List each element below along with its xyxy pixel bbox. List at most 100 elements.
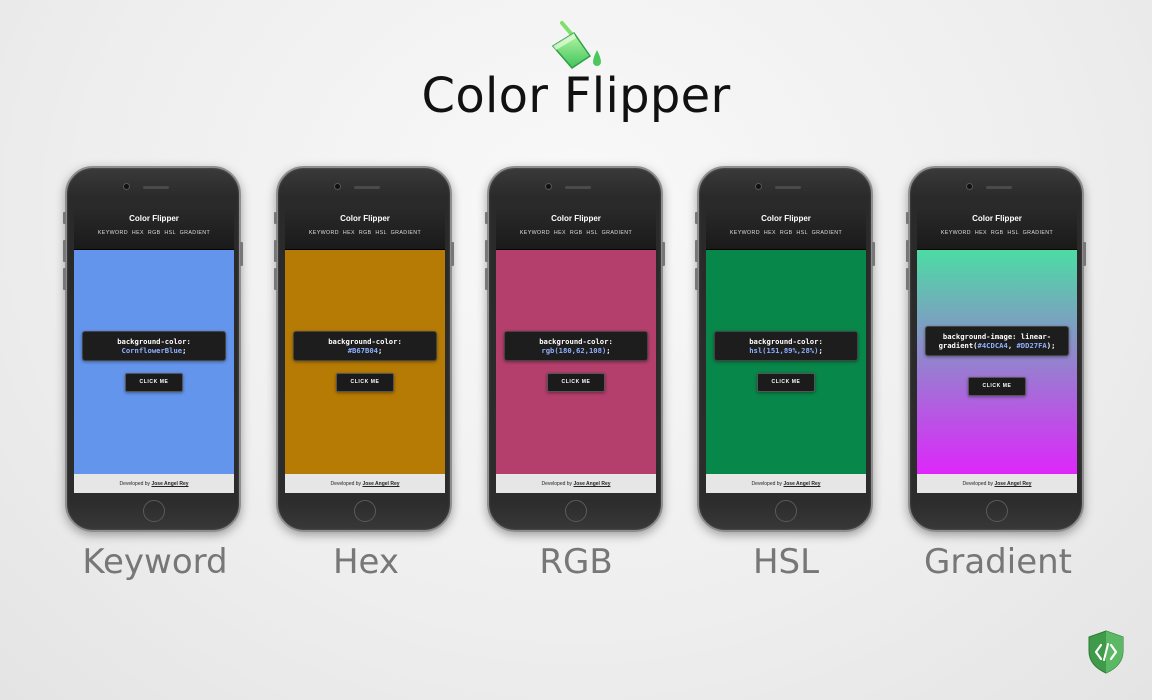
nav-link-keyword[interactable]: KEYWORD	[309, 230, 339, 236]
author-link[interactable]: Jose Angel Rey	[151, 481, 188, 487]
nav-link-rgb[interactable]: RGB	[780, 230, 793, 236]
power-button	[872, 242, 875, 266]
volume-button	[485, 268, 488, 290]
nav-link-rgb[interactable]: RGB	[148, 230, 161, 236]
volume-button	[906, 212, 909, 224]
footer-prefix: Developed by	[541, 481, 573, 487]
nav-link-rgb[interactable]: RGB	[991, 230, 1004, 236]
app-title: Color Flipper	[340, 214, 390, 223]
phone-screen: Color Flipper KEYWORD HEX RGB HSL GRADIEN…	[285, 207, 445, 493]
code-suffix: ;	[182, 346, 187, 355]
code-suffix: ;	[377, 346, 383, 355]
nav-link-gradient[interactable]: GRADIENT	[391, 230, 422, 236]
nav-link-hsl[interactable]: HSL	[796, 230, 807, 236]
nav-link-hsl[interactable]: HSL	[375, 230, 386, 236]
volume-button	[695, 240, 698, 262]
color-display-area: background-color: rgb(180,62,108); CLICK M…	[496, 250, 656, 474]
click-me-button[interactable]: CLICK ME	[336, 373, 394, 392]
nav-link-gradient[interactable]: GRADIENT	[1023, 230, 1054, 236]
nav-link-hex[interactable]: HEX	[343, 230, 355, 236]
home-button	[565, 500, 587, 522]
app-footer: Developed by Jose Angel Rey	[74, 474, 234, 493]
nav-link-rgb[interactable]: RGB	[359, 230, 372, 236]
code-suffix: );	[1046, 341, 1056, 350]
click-me-button[interactable]: CLICK ME	[547, 373, 605, 392]
app-title: Color Flipper	[551, 214, 601, 223]
nav-link-keyword[interactable]: KEYWORD	[520, 230, 550, 236]
nav-link-gradient[interactable]: GRADIENT	[602, 230, 633, 236]
code-property: background-color:	[117, 337, 191, 346]
volume-button	[906, 268, 909, 290]
app-header: Color Flipper KEYWORD HEX RGB HSL GRADIEN…	[74, 207, 234, 250]
app-footer: Developed by Jose Angel Rey	[917, 474, 1077, 493]
volume-button	[906, 240, 909, 262]
color-code-box: background-color: CornflowerBlue;	[82, 331, 226, 361]
footer-prefix: Developed by	[119, 481, 151, 487]
color-value-2: #DD27FA	[1016, 341, 1047, 350]
home-button	[775, 500, 797, 522]
app-footer: Developed by Jose Angel Rey	[285, 474, 445, 493]
app-header: Color Flipper KEYWORD HEX RGB HSL GRADIEN…	[917, 207, 1077, 250]
nav-link-gradient[interactable]: GRADIENT	[812, 230, 843, 236]
app-header: Color Flipper KEYWORD HEX RGB HSL GRADIEN…	[496, 207, 656, 250]
footer-prefix: Developed by	[751, 481, 783, 487]
camera-icon	[123, 183, 130, 190]
code-shield-icon	[1088, 630, 1124, 674]
author-link[interactable]: Jose Angel Rey	[573, 481, 610, 487]
app-header: Color Flipper KEYWORD HEX RGB HSL GRADIEN…	[285, 207, 445, 250]
phone-caption: Keyword	[82, 542, 228, 582]
speaker-grille	[986, 186, 1012, 189]
speaker-grille	[354, 186, 380, 189]
camera-icon	[755, 183, 762, 190]
home-button	[986, 500, 1008, 522]
app-nav: KEYWORD HEX RGB HSL GRADIENT	[917, 230, 1077, 236]
color-value: hsl(151,89%,28%)	[749, 346, 819, 355]
volume-button	[63, 212, 66, 224]
click-me-button[interactable]: CLICK ME	[968, 377, 1026, 396]
volume-button	[274, 212, 277, 224]
author-link[interactable]: Jose Angel Rey	[362, 481, 399, 487]
phone-mockup: Color Flipper KEYWORD HEX RGB HSL GRADIEN…	[695, 166, 875, 532]
nav-link-hex[interactable]: HEX	[554, 230, 566, 236]
volume-button	[63, 240, 66, 262]
click-me-button[interactable]: CLICK ME	[125, 373, 183, 392]
nav-link-hsl[interactable]: HSL	[586, 230, 597, 236]
nav-link-hex[interactable]: HEX	[975, 230, 987, 236]
power-button	[662, 242, 665, 266]
phone-screen: Color Flipper KEYWORD HEX RGB HSL GRADIEN…	[74, 207, 234, 493]
app-title: Color Flipper	[761, 214, 811, 223]
code-property: background-color:	[539, 337, 613, 346]
color-value: #B67B04	[347, 346, 378, 355]
nav-link-hex[interactable]: HEX	[764, 230, 776, 236]
color-code-box: background-color: hsl(151,89%,28%);	[714, 331, 858, 361]
nav-link-hsl[interactable]: HSL	[1007, 230, 1018, 236]
color-display-area: background-image: linear-gradient(#4CDCA…	[917, 250, 1077, 474]
nav-link-hex[interactable]: HEX	[132, 230, 144, 236]
nav-link-gradient[interactable]: GRADIENT	[180, 230, 211, 236]
nav-link-keyword[interactable]: KEYWORD	[98, 230, 128, 236]
phone-caption: HSL	[752, 542, 820, 582]
phone-screen: Color Flipper KEYWORD HEX RGB HSL GRADIEN…	[917, 207, 1077, 493]
author-link[interactable]: Jose Angel Rey	[783, 481, 820, 487]
nav-link-hsl[interactable]: HSL	[164, 230, 175, 236]
phone-gallery: Color Flipper KEYWORD HEX RGB HSL GRADIEN…	[0, 0, 1152, 700]
color-code-box: background-image: linear-gradient(#4CDCA…	[925, 326, 1069, 356]
app-header: Color Flipper KEYWORD HEX RGB HSL GRADIEN…	[706, 207, 866, 250]
nav-link-keyword[interactable]: KEYWORD	[730, 230, 760, 236]
app-nav: KEYWORD HEX RGB HSL GRADIENT	[74, 230, 234, 236]
code-suffix: ;	[818, 346, 823, 355]
color-display-area: background-color: #B67B04; CLICK ME	[285, 250, 445, 474]
volume-button	[485, 240, 488, 262]
author-link[interactable]: Jose Angel Rey	[994, 481, 1031, 487]
volume-button	[63, 268, 66, 290]
click-me-button[interactable]: CLICK ME	[757, 373, 815, 392]
code-property: background-color:	[328, 337, 402, 346]
phone-caption: Hex	[332, 542, 399, 582]
camera-icon	[966, 183, 973, 190]
color-code-box: background-color: #B67B04;	[293, 331, 437, 361]
nav-link-keyword[interactable]: KEYWORD	[941, 230, 971, 236]
speaker-grille	[775, 186, 801, 189]
home-button	[354, 500, 376, 522]
volume-button	[274, 268, 277, 290]
nav-link-rgb[interactable]: RGB	[570, 230, 583, 236]
